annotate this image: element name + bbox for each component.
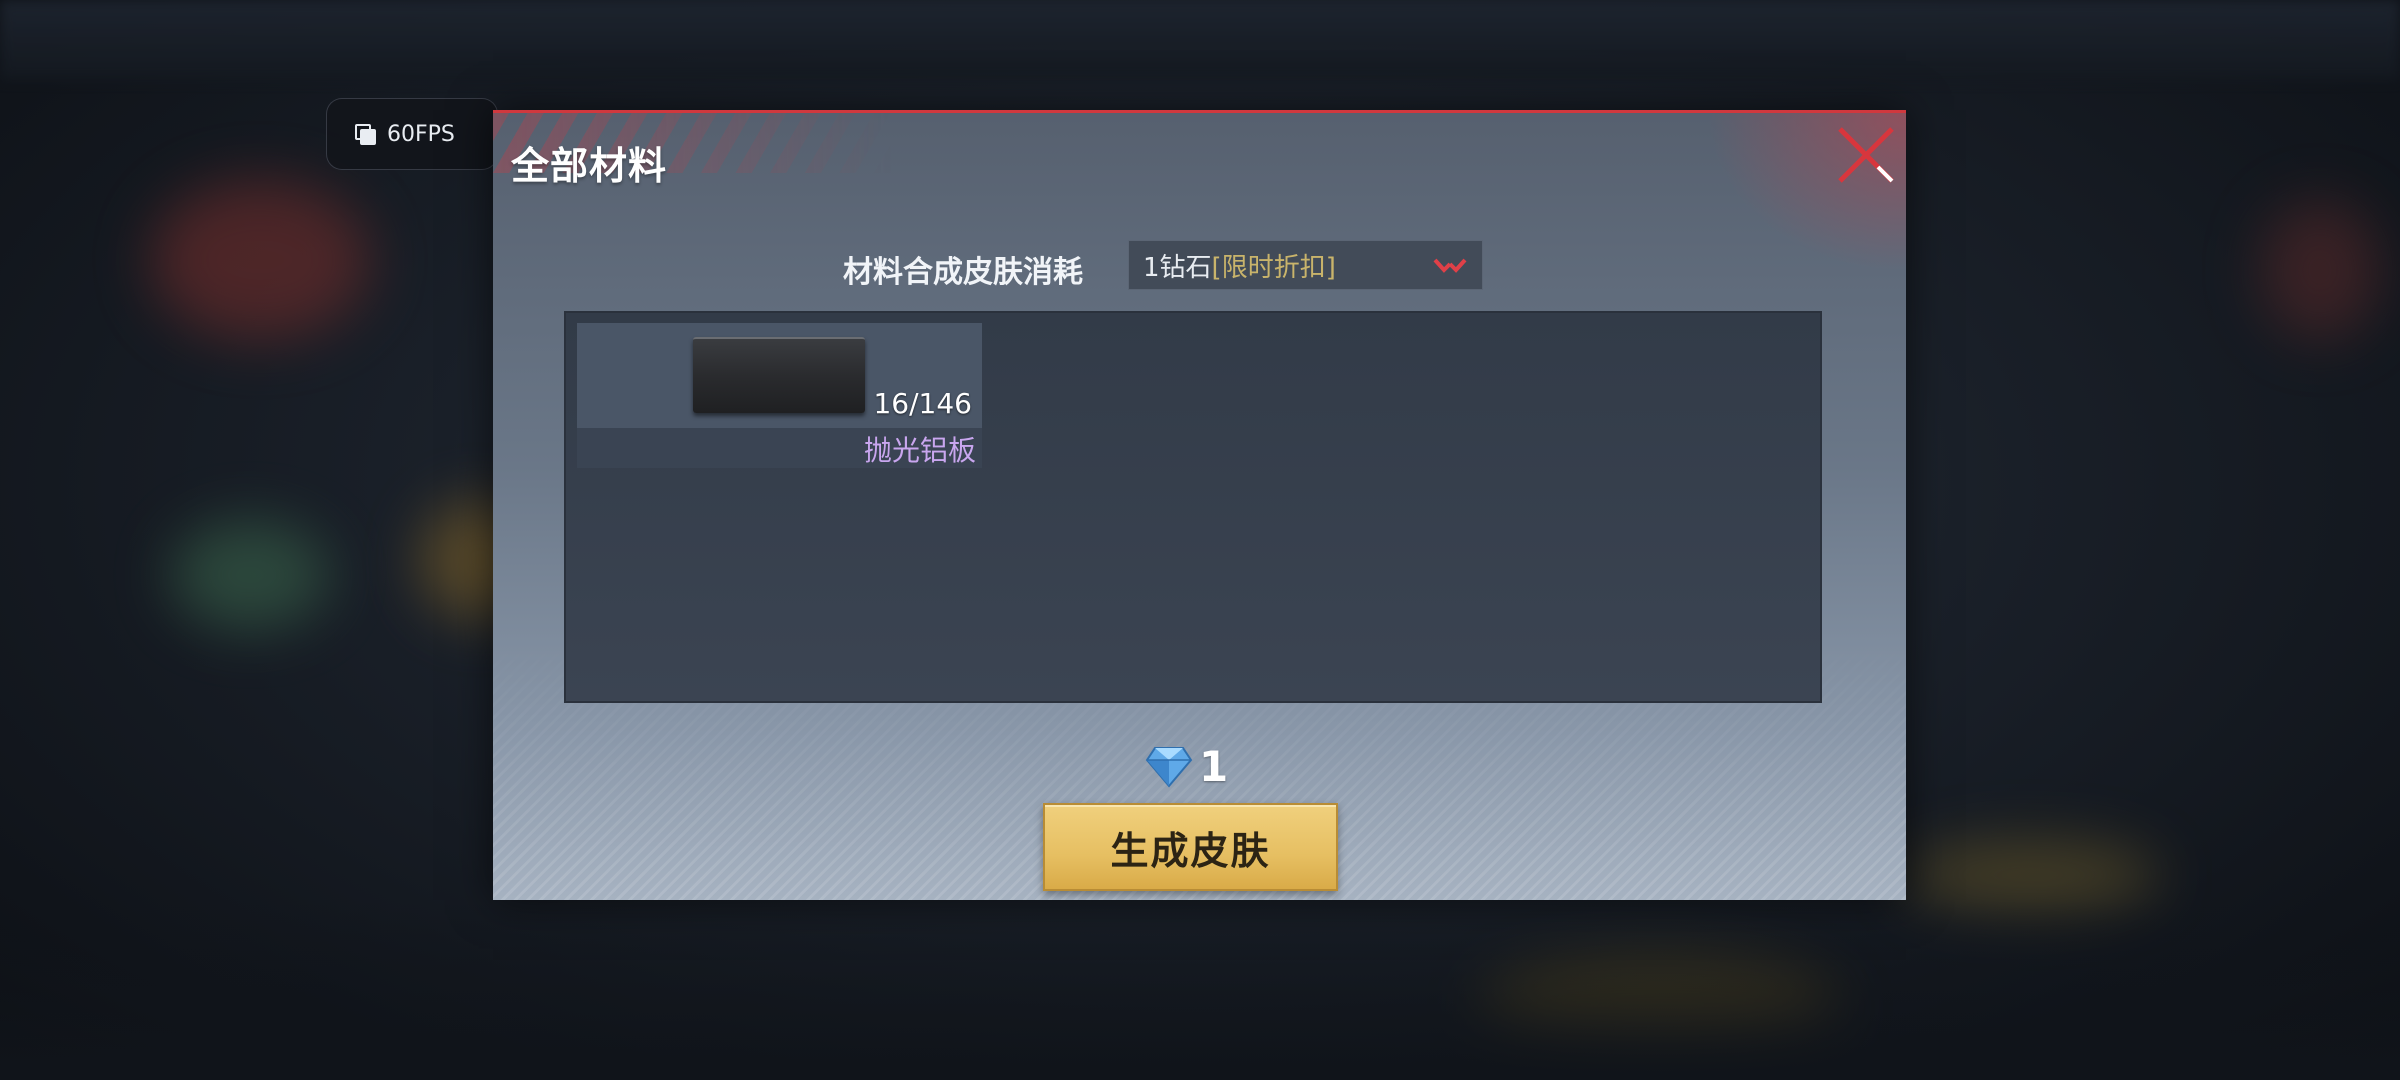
close-icon	[1838, 127, 1894, 183]
copy-icon	[355, 124, 376, 145]
dialog-title: 全部材料	[511, 144, 668, 188]
materials-dialog: 全部材料 材料合成皮肤消耗 1钻石 [限时折扣] 16/146 抛光铝板 1 生…	[493, 110, 1906, 900]
cost-label: 材料合成皮肤消耗	[843, 255, 1083, 290]
background-bottom-bar	[0, 900, 2400, 1080]
diamond-icon	[1145, 747, 1193, 788]
background-blur	[150, 180, 370, 340]
material-name: 抛光铝板	[863, 434, 976, 467]
materials-list: 16/146 抛光铝板	[564, 311, 1822, 703]
material-item[interactable]: 16/146 抛光铝板	[577, 323, 982, 468]
background-blur	[170, 520, 330, 630]
polished-aluminum-plate-image	[693, 337, 865, 413]
fps-indicator[interactable]: 60FPS	[326, 98, 498, 170]
fps-label: 60FPS	[387, 121, 455, 147]
material-count: 16/146	[873, 387, 972, 420]
close-button[interactable]	[1834, 123, 1898, 187]
discount-tag: [限时折扣]	[1211, 252, 1336, 283]
cost-amount: 1钻石	[1143, 252, 1212, 283]
price-value: 1	[1199, 741, 1229, 791]
chevron-down-icon	[1433, 258, 1467, 273]
price-display: 1	[1145, 741, 1229, 791]
cost-dropdown[interactable]: 1钻石 [限时折扣]	[1128, 240, 1483, 290]
background-top-bar	[0, 0, 2400, 80]
background-blur	[2260, 200, 2380, 340]
generate-skin-button[interactable]: 生成皮肤	[1043, 803, 1338, 891]
